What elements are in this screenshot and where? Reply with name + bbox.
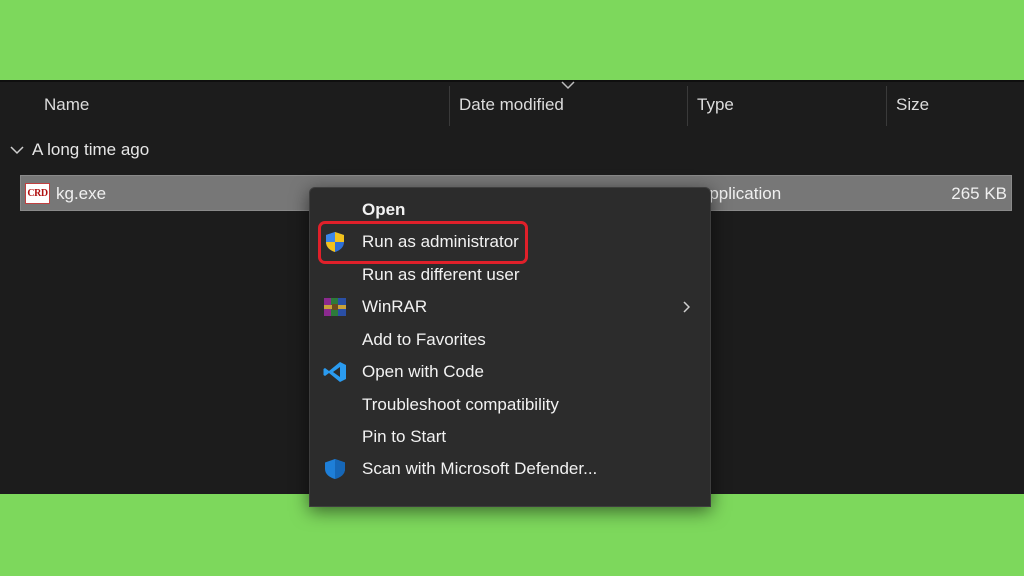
column-header-size[interactable]: Size xyxy=(888,82,1018,128)
column-divider[interactable] xyxy=(886,86,887,126)
menu-item-pin-to-start[interactable]: Pin to Start xyxy=(310,421,710,453)
defender-shield-icon xyxy=(325,459,345,479)
application-icon: CRD xyxy=(25,183,50,204)
menu-item-label: Scan with Microsoft Defender... xyxy=(362,459,598,478)
group-header[interactable]: A long time ago xyxy=(10,140,149,160)
menu-item-add-to-favorites[interactable]: Add to Favorites xyxy=(310,324,710,356)
group-label: A long time ago xyxy=(32,140,150,159)
column-header-type[interactable]: Type xyxy=(689,82,885,128)
menu-item-open-with-code[interactable]: Open with Code xyxy=(310,356,710,388)
context-menu: Open Run as administrator Run as differe… xyxy=(309,187,711,507)
column-divider[interactable] xyxy=(687,86,688,126)
menu-item-troubleshoot-compatibility[interactable]: Troubleshoot compatibility xyxy=(310,389,710,421)
highlight-annotation-box xyxy=(318,221,528,264)
file-size: 265 KB xyxy=(951,184,1007,203)
menu-item-winrar[interactable]: WinRAR xyxy=(310,291,710,323)
menu-item-label: Open with Code xyxy=(362,362,484,381)
column-header-row: Name Date modified Type Size xyxy=(0,81,1024,128)
winrar-icon xyxy=(324,298,346,316)
column-divider[interactable] xyxy=(449,86,450,126)
menu-item-label: WinRAR xyxy=(362,297,428,316)
menu-item-scan-with-defender[interactable]: Scan with Microsoft Defender... xyxy=(310,453,710,485)
menu-item-label: Add to Favorites xyxy=(362,330,486,349)
column-header-name[interactable]: Name xyxy=(36,82,446,128)
chevron-right-icon xyxy=(683,301,690,313)
chevron-down-icon[interactable] xyxy=(10,145,24,155)
file-name: kg.exe xyxy=(56,184,107,203)
menu-item-label: Pin to Start xyxy=(362,427,447,446)
menu-item-label: Troubleshoot compatibility xyxy=(362,395,559,414)
vscode-icon xyxy=(323,362,346,382)
column-header-date-modified[interactable]: Date modified xyxy=(451,82,685,128)
